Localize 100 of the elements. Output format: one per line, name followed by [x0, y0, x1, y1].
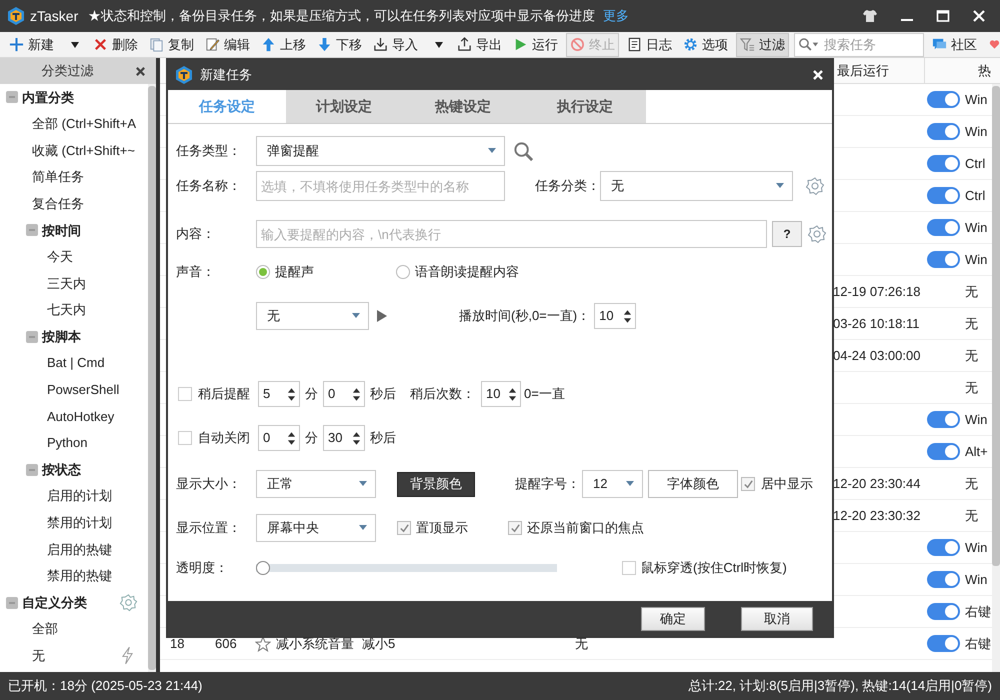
toggle-switch[interactable]	[927, 411, 960, 428]
tab[interactable]: 执行设定	[524, 90, 646, 123]
toolbar-button[interactable]: 上移	[258, 32, 309, 56]
help-button[interactable]: ?	[772, 221, 802, 247]
spinner-arrows-icon[interactable]	[352, 430, 361, 446]
maximize-icon[interactable]	[936, 9, 950, 23]
collapse-toggle-icon[interactable]	[6, 91, 18, 104]
tree-item[interactable]: 简单任务	[32, 167, 84, 187]
dialog-button[interactable]: 取消	[741, 606, 813, 630]
tree-item[interactable]: PowserShell	[47, 380, 120, 400]
dropdown[interactable]: 12	[582, 470, 643, 498]
toolbar-button[interactable]: 日志	[624, 32, 675, 56]
toolbar-button[interactable]: 复制	[146, 32, 197, 56]
toggle-switch[interactable]	[927, 155, 960, 172]
tree-item[interactable]: 收藏 (Ctrl+Shift+~	[32, 140, 135, 160]
tree-item[interactable]: 复合任务	[32, 194, 84, 214]
toolbar-button[interactable]: 删除	[90, 32, 141, 56]
toggle-switch[interactable]	[927, 635, 960, 652]
search-icon[interactable]	[513, 140, 534, 162]
toolbar-button[interactable]: 导入	[370, 32, 449, 56]
star-icon[interactable]	[255, 636, 271, 652]
tree-item[interactable]: 禁用的计划	[47, 513, 112, 533]
slider-thumb[interactable]	[256, 561, 270, 575]
number-spinner[interactable]: 5	[258, 381, 300, 407]
settings-icon[interactable]	[119, 593, 138, 612]
collapse-toggle-icon[interactable]	[6, 596, 18, 609]
spinner-arrows-icon[interactable]	[287, 430, 296, 446]
dropdown[interactable]: 正常	[256, 470, 376, 498]
toggle-switch[interactable]	[927, 123, 960, 140]
toggle-switch[interactable]	[927, 187, 960, 204]
number-spinner[interactable]: 10	[481, 381, 521, 407]
number-spinner[interactable]: 0	[323, 381, 365, 407]
tree-item[interactable]: AutoHotkey	[47, 406, 114, 426]
toggle-switch[interactable]	[927, 91, 960, 108]
toggle-switch[interactable]	[927, 603, 960, 620]
dialog-button[interactable]: 确定	[641, 606, 705, 630]
toggle-switch[interactable]	[927, 443, 960, 460]
radio-button[interactable]	[396, 265, 410, 279]
checkbox[interactable]	[178, 431, 192, 445]
settings-icon[interactable]	[805, 176, 825, 196]
tree-group-label[interactable]: 内置分类	[22, 88, 74, 108]
tree-group-label[interactable]: 按脚本	[42, 326, 81, 346]
collapse-toggle-icon[interactable]	[26, 330, 38, 343]
shirt-icon[interactable]	[862, 8, 878, 24]
toolbar-button[interactable]: 社区	[929, 32, 980, 56]
toggle-switch[interactable]	[927, 539, 960, 556]
scrollbar-thumb[interactable]	[148, 86, 156, 670]
search-field[interactable]: 搜索任务	[794, 32, 924, 56]
lightning-icon[interactable]	[121, 646, 134, 666]
tree-item[interactable]: 全部 (Ctrl+Shift+A	[32, 114, 136, 134]
toggle-switch[interactable]	[927, 251, 960, 268]
toolbar-button[interactable]: 运行	[510, 32, 561, 56]
checkbox[interactable]	[397, 521, 411, 535]
tab[interactable]: 计划设定	[286, 90, 402, 123]
input-field[interactable]: 输入要提醒的内容，\n代表换行	[256, 220, 767, 248]
spinner-arrows-icon[interactable]	[287, 386, 296, 402]
color-button[interactable]: 背景颜色	[397, 472, 475, 496]
tree-item[interactable]: 启用的热键	[47, 540, 112, 560]
dropdown[interactable]: 无	[600, 171, 793, 201]
spinner-arrows-icon[interactable]	[352, 386, 361, 402]
toolbar-button[interactable]: 新建	[6, 32, 85, 56]
tree-item[interactable]: 无	[32, 646, 45, 666]
checkbox[interactable]	[741, 477, 755, 491]
tree-item[interactable]: 全部	[32, 619, 58, 639]
tree-group-label[interactable]: 按状态	[42, 460, 81, 480]
dropdown[interactable]: 弹窗提醒	[256, 136, 505, 166]
collapse-toggle-icon[interactable]	[26, 224, 38, 236]
tree-item[interactable]: Bat | Cmd	[47, 353, 105, 373]
tree-item[interactable]: Python	[47, 433, 88, 453]
dropdown[interactable]: 无	[256, 302, 369, 330]
tab[interactable]: 热键设定	[402, 90, 524, 123]
number-spinner[interactable]: 10	[594, 303, 636, 329]
input-field[interactable]: 选填，不填将使用任务类型中的名称	[256, 171, 505, 201]
column-header[interactable]: 热	[925, 58, 991, 83]
more-link[interactable]: 更多	[603, 6, 630, 26]
play-icon[interactable]	[377, 310, 387, 322]
spinner-arrows-icon[interactable]	[623, 308, 632, 324]
tree-item[interactable]: 禁用的热键	[47, 566, 112, 586]
checkbox[interactable]	[622, 561, 636, 575]
close-icon[interactable]	[135, 66, 146, 76]
toolbar-button[interactable]: 编辑	[202, 32, 253, 56]
tree-item[interactable]: 启用的计划	[47, 486, 112, 506]
spinner-arrows-icon[interactable]	[508, 386, 517, 402]
scrollbar-thumb[interactable]	[992, 86, 1000, 566]
toolbar-button[interactable]: 过滤	[736, 32, 789, 56]
settings-icon[interactable]	[807, 224, 827, 244]
toggle-switch[interactable]	[927, 571, 960, 588]
tree-item[interactable]: 七天内	[47, 300, 86, 320]
tree-item[interactable]: 三天内	[47, 274, 86, 294]
dropdown[interactable]: 屏幕中央	[256, 514, 376, 542]
number-spinner[interactable]: 0	[258, 425, 300, 451]
color-button[interactable]: 字体颜色	[648, 470, 738, 498]
number-spinner[interactable]: 30	[323, 425, 365, 451]
checkbox[interactable]	[178, 387, 192, 401]
toolbar-button[interactable]: 选项	[680, 32, 731, 56]
radio-button[interactable]	[256, 265, 270, 279]
tree-group-label[interactable]: 自定义分类	[22, 592, 87, 612]
search-icon[interactable]	[798, 36, 820, 52]
tree-item[interactable]: 今天	[47, 247, 73, 267]
tree-group-label[interactable]: 按时间	[42, 220, 81, 240]
